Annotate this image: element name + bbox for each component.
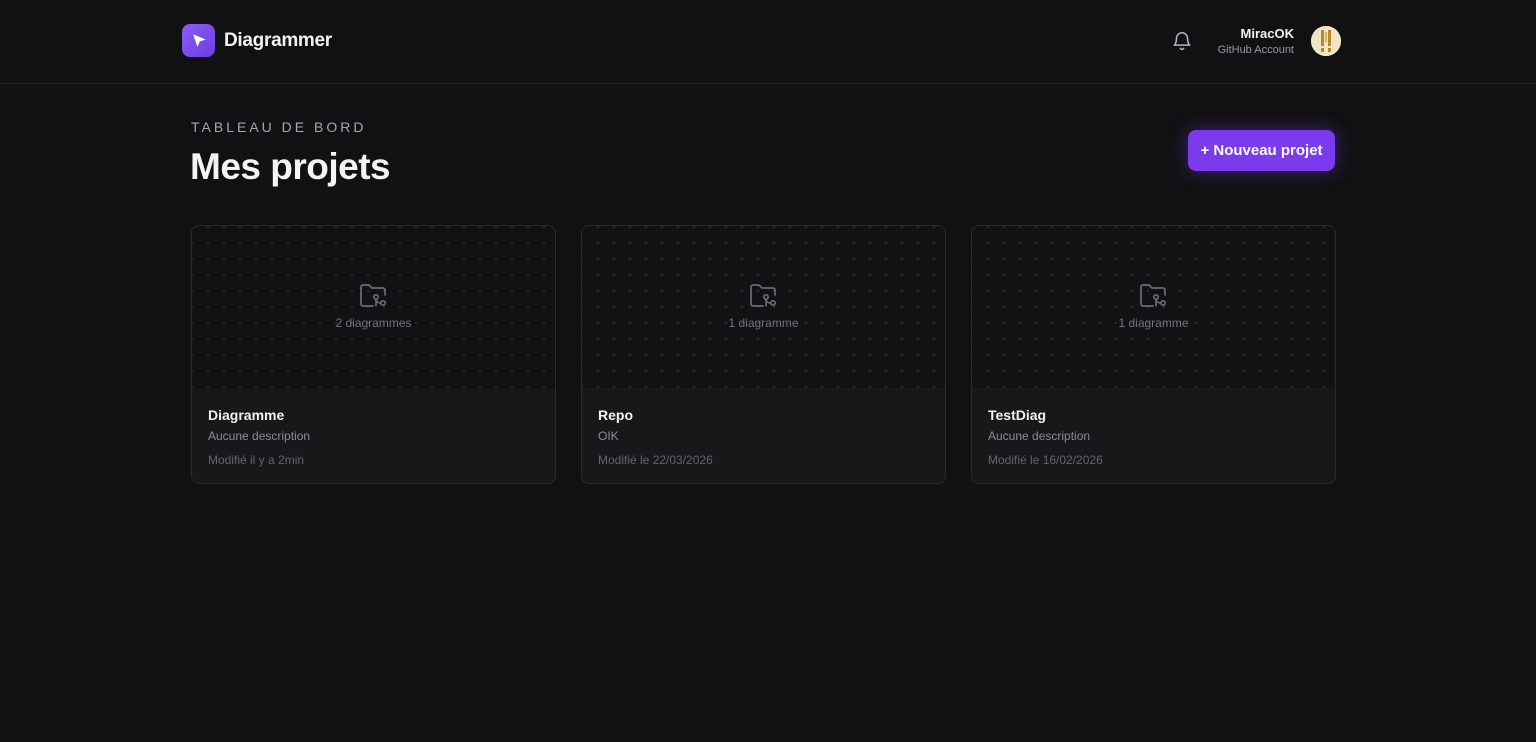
project-name: TestDiag xyxy=(988,407,1047,423)
diagram-count: 1 diagramme xyxy=(728,316,799,330)
folder-git-icon xyxy=(359,284,386,307)
section-eyebrow: TABLEAU DE BORD xyxy=(191,119,367,135)
new-project-button[interactable]: + Nouveau projet xyxy=(1188,130,1335,171)
page-title: Mes projets xyxy=(190,146,391,187)
app-name: Diagrammer xyxy=(224,29,332,51)
project-grid: 2 diagrammes Diagramme Aucune descriptio… xyxy=(191,225,1336,484)
bell-icon[interactable] xyxy=(1171,30,1193,52)
user-account-type: GitHub Account xyxy=(1217,44,1294,56)
project-name: Repo xyxy=(598,407,633,423)
project-card[interactable]: 2 diagrammes Diagramme Aucune descriptio… xyxy=(191,225,556,484)
project-card[interactable]: 1 diagramme TestDiag Aucune description … xyxy=(971,225,1336,484)
project-preview: 2 diagrammes xyxy=(192,226,555,388)
diagram-count: 1 diagramme xyxy=(1118,316,1189,330)
user-name: MiracOK xyxy=(1240,26,1294,41)
project-description: Aucune description xyxy=(208,429,311,443)
project-modified: Modifié il y a 2min xyxy=(208,453,305,467)
brand[interactable]: Diagrammer xyxy=(182,24,332,57)
user-info[interactable]: MiracOK GitHub Account xyxy=(1218,26,1294,58)
top-bar: Diagrammer MiracOK GitHub Account xyxy=(0,0,1536,84)
project-name: Diagramme xyxy=(208,407,285,423)
folder-git-icon xyxy=(1139,284,1166,307)
project-description: OIK xyxy=(598,429,619,443)
project-preview: 1 diagramme xyxy=(972,226,1335,388)
project-card[interactable]: 1 diagramme Repo OIK Modifié le 22/03/20… xyxy=(581,225,946,484)
project-preview: 1 diagramme xyxy=(582,226,945,388)
diagram-count: 2 diagrammes xyxy=(335,316,412,330)
avatar[interactable] xyxy=(1311,26,1341,56)
folder-git-icon xyxy=(749,284,776,307)
project-modified: Modifié le 16/02/2026 xyxy=(988,453,1103,467)
cursor-arrow-icon xyxy=(182,24,215,57)
project-modified: Modifié le 22/03/2026 xyxy=(598,453,713,467)
project-description: Aucune description xyxy=(988,429,1091,443)
